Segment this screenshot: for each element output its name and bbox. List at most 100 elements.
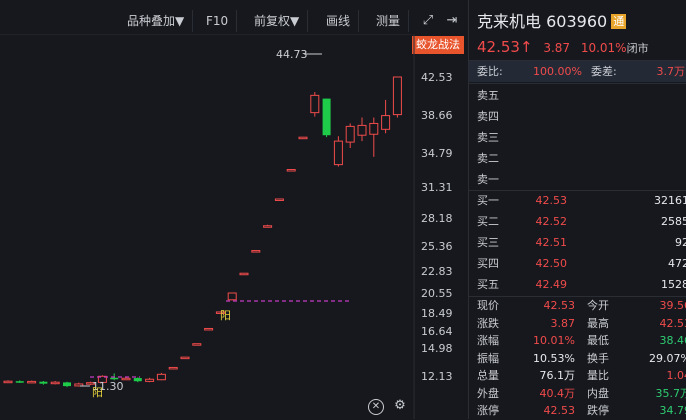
stock-title: 克来机电 603960通 <box>477 8 626 32</box>
candle-body <box>275 199 283 201</box>
candle-body <box>346 126 354 142</box>
candle-body <box>28 381 36 383</box>
bid-price: 42.52 <box>536 211 568 232</box>
stat-label: 现价 <box>477 297 499 315</box>
ask-label: 卖一 <box>477 169 499 190</box>
candle-body <box>393 77 401 115</box>
stat-label: 涨跌 <box>477 315 499 333</box>
bid-price: 42.50 <box>536 253 568 274</box>
y-tick-label: 25.36 <box>421 240 453 253</box>
ask-row: 卖五 <box>469 85 686 106</box>
weibi-label: 委比: <box>477 61 503 82</box>
bid-label: 买三 <box>477 232 499 253</box>
stat-value: 76.1万 <box>540 367 576 385</box>
stat-value-2: 29.07% <box>649 350 686 368</box>
candle-body <box>382 116 390 130</box>
price-line: 42.53↑ 3.87 10.01%闭市 <box>477 38 649 56</box>
overlay-button[interactable]: 品种叠加▼ <box>119 10 193 32</box>
bid-row: 买二 42.52 2585 <box>469 211 686 232</box>
stat-label-2: 内盘 <box>587 385 609 403</box>
collapse-panel-icon[interactable]: ⇥ <box>442 11 462 31</box>
candle-body <box>323 99 331 136</box>
stat-value-2: 1.04 <box>667 367 686 385</box>
candle-body <box>157 374 165 379</box>
measure-button[interactable]: 测量 <box>368 10 409 32</box>
stat-label-2: 今开 <box>587 297 609 315</box>
bid-label: 买五 <box>477 274 499 295</box>
market-status: 闭市 <box>627 42 649 55</box>
stat-label-2: 最低 <box>587 332 609 350</box>
candle-body <box>287 170 295 172</box>
candle-body <box>146 379 154 381</box>
f10-button[interactable]: F10 <box>198 10 237 32</box>
candle-body <box>181 357 189 359</box>
stock-name: 克来机电 <box>477 12 541 31</box>
high-price-label: 44.73 <box>276 48 308 61</box>
candle-body <box>334 141 342 165</box>
order-ratio-row: 委比: 100.00% 委差: 3.7万 <box>469 61 686 82</box>
close-icon[interactable]: ✕ <box>368 399 384 415</box>
y-tick-label: 22.83 <box>421 265 453 278</box>
stat-row: 外盘 40.4万内盘 35.7万 <box>469 385 686 403</box>
y-tick-label: 12.13 <box>421 370 453 383</box>
stat-label-2: 最高 <box>587 315 609 333</box>
bid-volume: 32161 <box>654 190 686 211</box>
ask-row: 卖四 <box>469 106 686 127</box>
price-change-pct: 10.01% <box>581 41 627 55</box>
ask-label: 卖四 <box>477 106 499 127</box>
stat-label: 振幅 <box>477 350 499 368</box>
expand-icon[interactable]: ⤢ <box>418 11 438 31</box>
bid-price: 42.51 <box>536 232 568 253</box>
stat-value-2: 42.53 <box>660 315 686 333</box>
stat-label: 总量 <box>477 367 499 385</box>
stat-row: 振幅10.53%换手29.07% <box>469 350 686 368</box>
stat-label: 外盘 <box>477 385 499 403</box>
chart-toolbar: 品种叠加▼ F10 前复权▼ 画线 测量 ⤢ ⇥ <box>0 0 466 34</box>
stat-label: 涨幅 <box>477 332 499 350</box>
up-arrow-icon: ↑ <box>520 38 533 56</box>
draw-line-button[interactable]: 画线 <box>318 10 359 32</box>
bid-row: 买一42.5332161 <box>469 190 686 211</box>
bid-label: 买二 <box>477 211 499 232</box>
bid-volume: 2585 <box>661 211 686 232</box>
bid-volume: 92 <box>675 232 686 253</box>
yang-marker: 阳 <box>220 309 231 322</box>
y-tick-label: 31.31 <box>421 181 453 194</box>
bid-label: 买四 <box>477 253 499 274</box>
quote-panel: 克来机电 603960通 42.53↑ 3.87 10.01%闭市 委比: 10… <box>468 0 686 419</box>
y-tick-label: 14.98 <box>421 342 453 355</box>
stat-row: 涨跌3.87最高42.53 <box>469 315 686 333</box>
bid-row: 买四42.50472 <box>469 253 686 274</box>
stat-label-2: 换手 <box>587 350 609 368</box>
ask-row: 卖三 <box>469 127 686 148</box>
candle-body <box>39 382 47 384</box>
stat-value-2: 35.7万 <box>656 385 686 403</box>
ask-label: 卖三 <box>477 127 499 148</box>
candle-body <box>16 381 24 383</box>
settings-icon[interactable]: ⚙ <box>394 398 406 413</box>
adjust-button[interactable]: 前复权▼ <box>246 10 308 32</box>
current-price: 42.53 <box>477 38 520 56</box>
stat-value: 42.53 <box>544 297 576 315</box>
price-change: 3.87 <box>543 41 570 55</box>
bid-row: 买三 42.51 92 <box>469 232 686 253</box>
stat-label-2: 跌停 <box>587 402 609 420</box>
y-tick-label: 34.79 <box>421 147 453 160</box>
candle-body <box>240 273 248 275</box>
bid-volume: 1528 <box>661 274 686 295</box>
candle-body <box>228 293 236 300</box>
candlestick-chart[interactable]: 42.5338.6634.7931.3128.1825.3622.8320.55… <box>0 34 466 419</box>
candle-body <box>252 251 260 253</box>
bid-row: 买五42.491528 <box>469 274 686 295</box>
candle-body <box>193 344 201 346</box>
stat-value: 40.4万 <box>540 385 576 403</box>
stat-label-2: 量比 <box>587 367 609 385</box>
candle-body <box>370 123 378 134</box>
stat-value-2: 34.79 <box>660 402 686 420</box>
candle-body <box>4 381 12 383</box>
ask-row: 卖一 <box>469 169 686 190</box>
stat-label: 涨停 <box>477 402 499 420</box>
yang-marker-low: 阳 <box>92 386 103 399</box>
stat-value: 42.53 <box>544 402 576 420</box>
candle-body <box>358 125 366 135</box>
